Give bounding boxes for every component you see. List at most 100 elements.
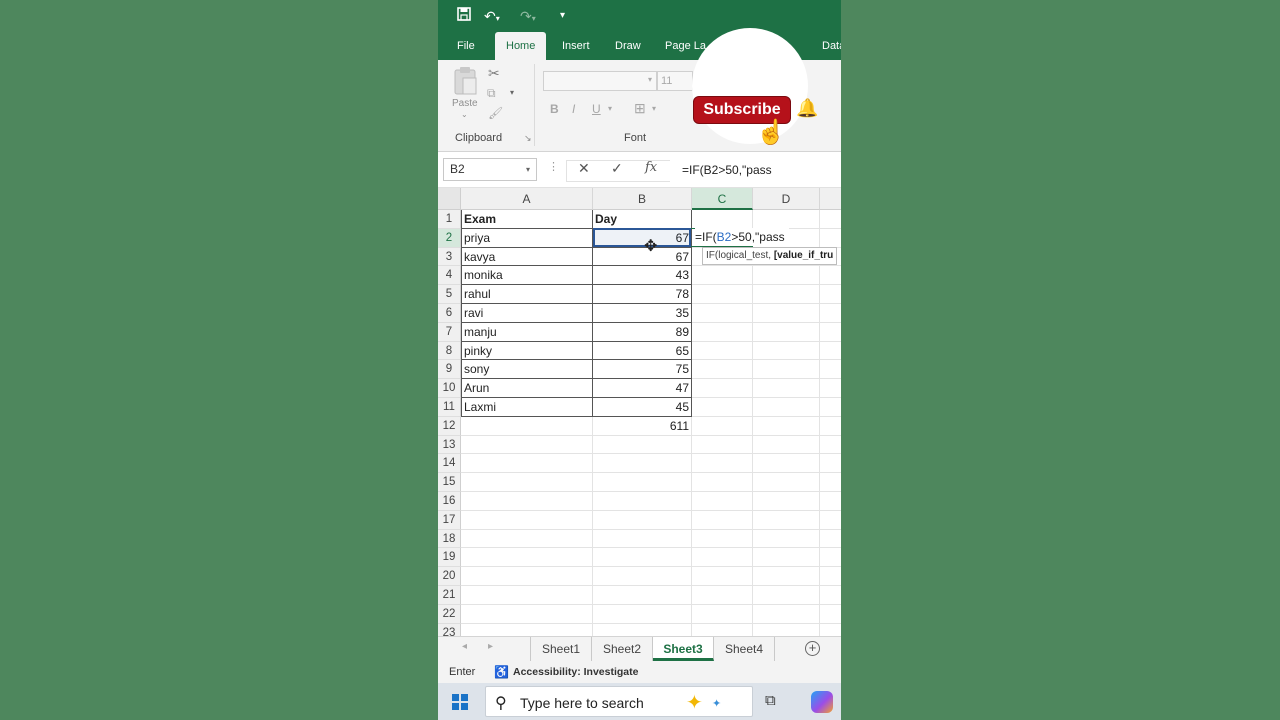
header-cell-exam[interactable]: Exam [461, 210, 593, 229]
enter-icon[interactable]: ✓ [611, 160, 623, 177]
value-cell[interactable]: 47 [593, 379, 692, 398]
cell[interactable] [461, 416, 593, 436]
row-header[interactable]: 13 [438, 435, 461, 455]
formula-input[interactable]: =IF(B2>50,"pass [682, 163, 772, 177]
row-header[interactable]: 20 [438, 567, 461, 586]
tab-insert[interactable]: Insert [562, 32, 590, 60]
value-cell[interactable]: 78 [593, 285, 692, 304]
cell[interactable] [692, 454, 753, 474]
column-header-c[interactable]: C [692, 188, 753, 210]
row-header[interactable]: 15 [438, 473, 461, 492]
next-sheet-icon[interactable]: ▸ [488, 641, 493, 652]
row-header[interactable]: 23 [438, 623, 461, 636]
tab-draw[interactable]: Draw [615, 32, 641, 60]
taskbar-search-box[interactable]: ⚲ Type here to search ✦ ✦ [485, 686, 753, 717]
paste-button[interactable]: Paste ⌄ [452, 66, 478, 126]
row-header[interactable]: 16 [438, 492, 461, 511]
cell[interactable] [461, 473, 593, 492]
name-box-dropdown-icon[interactable]: ▾ [526, 159, 530, 180]
cell[interactable] [692, 379, 753, 398]
cell[interactable] [820, 511, 841, 530]
row-header[interactable]: 10 [438, 379, 461, 398]
cell[interactable] [820, 567, 841, 586]
cell[interactable] [820, 398, 841, 417]
cell[interactable] [820, 379, 841, 398]
cell[interactable] [820, 360, 841, 380]
accessibility-status[interactable]: Accessibility: Investigate [513, 666, 638, 678]
value-cell[interactable]: 75 [593, 360, 692, 380]
cell[interactable] [753, 322, 820, 342]
row-header[interactable]: 22 [438, 604, 461, 624]
cell[interactable] [820, 605, 841, 624]
cell[interactable] [692, 210, 753, 229]
cell[interactable] [461, 548, 593, 568]
add-sheet-icon[interactable]: + [805, 641, 820, 656]
name-cell[interactable]: Arun [461, 379, 593, 398]
column-header-b[interactable]: B [593, 188, 692, 210]
cell[interactable] [692, 473, 753, 492]
name-cell[interactable]: kavya [461, 247, 593, 267]
row-header[interactable]: 12 [438, 416, 461, 436]
cell[interactable] [820, 417, 841, 436]
customize-qat-icon[interactable]: ▾ [560, 6, 565, 26]
windows-start-icon[interactable] [452, 694, 468, 710]
row-header[interactable]: 19 [438, 548, 461, 568]
cell[interactable] [692, 304, 753, 323]
insert-function-icon[interactable]: fx [645, 160, 657, 175]
undo-icon[interactable]: ↶▾ [484, 6, 500, 26]
row-header[interactable]: 18 [438, 529, 461, 549]
value-cell[interactable]: 45 [593, 398, 692, 417]
value-cell[interactable]: 65 [593, 341, 692, 361]
cell[interactable] [820, 586, 841, 605]
cell[interactable] [593, 586, 692, 605]
prev-sheet-icon[interactable]: ◂ [462, 641, 467, 652]
cell[interactable] [753, 454, 820, 474]
cancel-icon[interactable]: ✕ [578, 160, 590, 177]
cell[interactable] [593, 473, 692, 492]
cell[interactable] [461, 454, 593, 474]
worksheet-grid[interactable]: A B C D 1 Exam Day 2 priya 67 3 kavya 67 4 monika 4… [438, 188, 841, 636]
cell[interactable] [820, 492, 841, 511]
row-header[interactable]: 1 [438, 210, 461, 229]
cell[interactable] [461, 567, 593, 586]
row-header[interactable]: 21 [438, 586, 461, 605]
row-header[interactable]: 5 [438, 285, 461, 304]
cell[interactable] [753, 210, 820, 229]
cell[interactable] [692, 492, 753, 511]
cell[interactable] [753, 398, 820, 417]
row-header[interactable]: 4 [438, 266, 461, 286]
cell[interactable] [692, 435, 753, 455]
name-cell[interactable]: monika [461, 266, 593, 286]
copy-dropdown-icon[interactable]: ▾ [510, 88, 514, 97]
row-header[interactable]: 7 [438, 322, 461, 342]
cell[interactable] [692, 510, 753, 530]
cell[interactable] [753, 529, 820, 549]
name-box[interactable]: B2 ▾ [443, 158, 537, 181]
cell[interactable] [753, 285, 820, 304]
underline-dropdown-icon[interactable]: ▾ [608, 104, 612, 113]
cell[interactable] [753, 473, 820, 492]
cell[interactable] [593, 567, 692, 586]
cell[interactable] [593, 623, 692, 636]
cut-icon[interactable]: ✂ [488, 65, 500, 82]
save-icon[interactable] [457, 6, 471, 26]
name-cell[interactable]: priya [461, 228, 593, 248]
cell[interactable] [820, 285, 841, 304]
cell[interactable] [593, 435, 692, 455]
select-all-corner[interactable] [438, 188, 461, 210]
column-header-d[interactable]: D [753, 188, 820, 210]
value-cell[interactable]: 35 [593, 304, 692, 323]
cell[interactable] [692, 266, 753, 286]
borders-icon[interactable]: ⊞ [634, 100, 646, 117]
cell[interactable] [692, 416, 753, 436]
cell[interactable] [753, 604, 820, 624]
cell[interactable] [692, 604, 753, 624]
cell[interactable] [820, 473, 841, 492]
cell[interactable] [820, 210, 841, 229]
cell[interactable] [753, 492, 820, 511]
cell[interactable] [753, 567, 820, 586]
tab-data[interactable]: Data [822, 32, 841, 60]
cell[interactable] [692, 341, 753, 361]
row-header[interactable]: 9 [438, 360, 461, 380]
font-size-box[interactable]: 11 [657, 71, 693, 91]
